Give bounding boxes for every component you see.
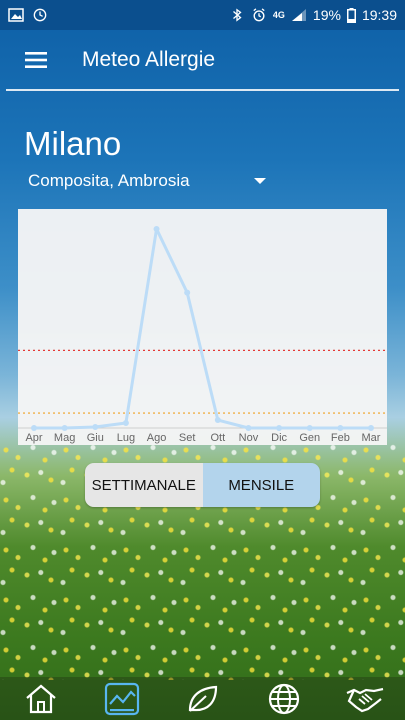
x-tick-label: Mag (54, 432, 75, 444)
x-tick-label: Dic (271, 432, 287, 444)
handshake-icon (346, 687, 383, 712)
data-point-gen (306, 425, 313, 431)
pollen-chart-svg: Apr Mag Giu Lug Ago Set Ott Nov Dic Gen Feb Mar (18, 225, 387, 444)
hamburger-menu-icon[interactable] (8, 32, 64, 88)
bluetooth-icon (232, 8, 242, 22)
nav-home[interactable] (16, 677, 66, 720)
battery-icon (346, 7, 356, 23)
status-bar: 4G 19% 19:39 (0, 0, 405, 30)
home-icon (25, 684, 56, 713)
data-point-mar (368, 425, 374, 431)
series-line (34, 227, 371, 430)
signal-icon (291, 9, 306, 21)
clock-notification-icon (33, 8, 47, 22)
data-point-set (184, 289, 191, 296)
city-name: Milano (24, 125, 122, 162)
nav-chart[interactable] (97, 677, 147, 720)
battery-percent: 19% (312, 7, 341, 23)
bottom-navigation (0, 677, 405, 720)
monthly-button[interactable]: MENSILE (202, 463, 320, 507)
data-point-mag (61, 425, 68, 431)
data-point-apr (31, 425, 37, 431)
data-point-ott (214, 417, 221, 424)
app-title: Meteo Allergie (82, 48, 216, 71)
dropdown-caret-icon (254, 178, 266, 184)
x-tick-label: Apr (25, 432, 42, 444)
data-point-feb (337, 425, 344, 431)
image-notification-icon (8, 8, 24, 22)
x-tick-label: Mar (362, 432, 381, 444)
pollen-chart: Apr Mag Giu Lug Ago Set Ott Nov Dic Gen Feb Mar (18, 209, 387, 445)
nav-leaf[interactable] (178, 677, 228, 720)
x-tick-label: Ott (210, 432, 225, 444)
globe-icon (268, 683, 299, 714)
leaf-icon (188, 685, 217, 712)
data-point-nov (245, 425, 252, 431)
nav-globe[interactable] (259, 677, 309, 720)
allergen-selected-value: Composita, Ambrosia (28, 171, 190, 190)
x-tick-label: Gen (299, 432, 320, 444)
nav-handshake[interactable] (340, 677, 390, 720)
x-tick-label: Feb (331, 432, 350, 444)
x-tick-label: Giu (87, 432, 104, 444)
period-toggle: SETTIMANALE MENSILE (85, 463, 320, 507)
x-tick-label: Set (179, 432, 196, 444)
alarm-icon (253, 8, 265, 22)
header-divider (6, 89, 399, 91)
app-bar: Meteo Allergie (0, 30, 405, 90)
data-point-ago (153, 225, 160, 232)
network-type: 4G (272, 10, 285, 20)
x-tick-label: Nov (239, 432, 259, 444)
x-tick-label: Lug (117, 432, 135, 444)
data-point-lug (122, 420, 129, 427)
clock-time: 19:39 (361, 7, 397, 23)
data-point-giu (92, 424, 99, 431)
weekly-button[interactable]: SETTIMANALE (85, 463, 203, 507)
chart-icon (104, 682, 139, 715)
allergen-dropdown[interactable]: Composita, Ambrosia (28, 168, 266, 194)
x-tick-label: Ago (147, 432, 167, 444)
data-point-dic (276, 425, 283, 431)
